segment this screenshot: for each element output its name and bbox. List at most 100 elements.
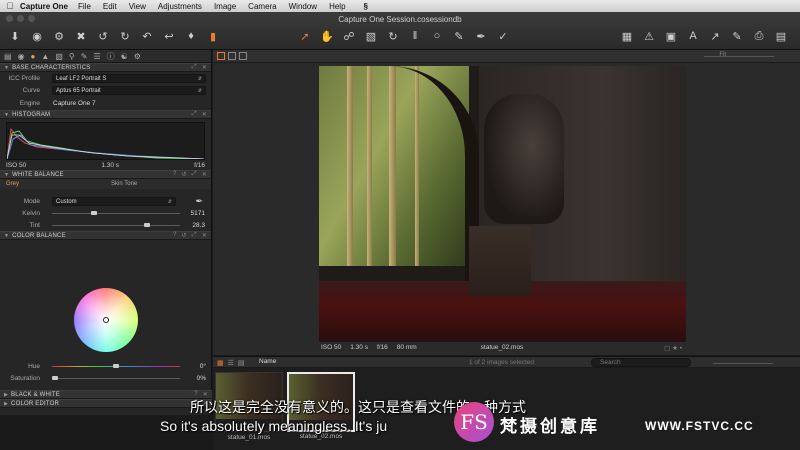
- hue-slider[interactable]: [52, 364, 180, 368]
- capture-icon[interactable]: ◉: [30, 29, 44, 43]
- close-icon[interactable]: ✕: [202, 64, 207, 71]
- close-icon[interactable]: ✕: [202, 171, 207, 178]
- black-white-header[interactable]: ▶ BLACK & WHITE ? ✕: [0, 390, 212, 399]
- expand-triangle-icon[interactable]: ▶: [4, 401, 8, 407]
- menu-app-name[interactable]: Capture One: [20, 2, 68, 11]
- rotate-tool-icon[interactable]: ↻: [386, 29, 400, 43]
- apple-icon[interactable]: : [0, 1, 20, 11]
- menu-help[interactable]: Help: [329, 2, 345, 11]
- trash-icon[interactable]: ✖: [74, 29, 88, 43]
- settings-icon[interactable]: ▤: [774, 29, 788, 43]
- rotate-left-icon[interactable]: ↺: [96, 29, 110, 43]
- tint-slider[interactable]: [52, 223, 180, 227]
- menu-edit[interactable]: Edit: [103, 2, 117, 11]
- tint-value[interactable]: 28.3: [192, 222, 205, 229]
- color-wheel-picker[interactable]: [103, 317, 109, 323]
- wb-mode-dropdown[interactable]: Custom ⇵: [52, 196, 176, 206]
- saturation-slider-knob[interactable]: [51, 376, 58, 380]
- help-icon[interactable]: ?: [173, 171, 177, 178]
- import-icon[interactable]: ⬇: [8, 29, 22, 43]
- brush-icon[interactable]: ✎: [81, 52, 88, 61]
- icc-profile-dropdown[interactable]: Leaf LF2 Portrait S ⇵: [52, 73, 206, 83]
- edit-icon[interactable]: ✎: [730, 29, 744, 43]
- saturation-slider[interactable]: [51, 376, 180, 380]
- base-characteristics-header[interactable]: ▼ BASE CHARACTERISTICS ⤢ ✕: [0, 63, 211, 72]
- reset-icon[interactable]: ↺: [182, 171, 187, 178]
- kelvin-value[interactable]: 5171: [191, 210, 205, 217]
- camera-icon[interactable]: ◉: [18, 52, 25, 61]
- export-icon[interactable]: ↗: [708, 29, 722, 43]
- tab-grey[interactable]: Grey: [0, 181, 25, 187]
- print-icon[interactable]: ⎙: [752, 29, 766, 43]
- close-icon[interactable]: ✕: [202, 232, 207, 239]
- sort-dropdown[interactable]: Name: [257, 358, 337, 367]
- undo-icon[interactable]: ↶: [140, 29, 154, 43]
- expand-icon[interactable]: ⤢: [192, 232, 197, 239]
- rating-icons[interactable]: ▢ ★ •: [664, 344, 682, 352]
- brush-tool-icon[interactable]: ✎: [452, 29, 466, 43]
- filmstrip-mode-icon[interactable]: ▤: [238, 359, 245, 367]
- white-balance-header[interactable]: ▼ WHITE BALANCE ? ↺ ⤢ ✕: [0, 170, 211, 179]
- crop-icon[interactable]: ▧: [55, 52, 63, 61]
- color-balance-header[interactable]: ▼ COLOR BALANCE ? ↺ ⤢ ✕: [0, 231, 211, 240]
- pan-tool-icon[interactable]: ✋: [320, 29, 334, 43]
- zoom-slider[interactable]: [704, 56, 774, 57]
- eyedropper-icon[interactable]: ✒: [195, 196, 203, 207]
- collapse-triangle-icon[interactable]: ▼: [4, 112, 9, 118]
- menu-file[interactable]: File: [78, 2, 91, 11]
- kelvin-slider[interactable]: [52, 211, 180, 215]
- reset-icon[interactable]: ↩: [162, 29, 176, 43]
- grid-mode-icon[interactable]: ▦: [217, 359, 224, 367]
- list-icon[interactable]: ☰: [93, 52, 100, 61]
- expand-icon[interactable]: ⤢: [192, 171, 197, 178]
- collapse-triangle-icon[interactable]: ▼: [4, 172, 9, 178]
- single-view-icon[interactable]: [228, 52, 236, 60]
- magnifier-icon[interactable]: ⚲: [69, 52, 75, 61]
- folder-icon[interactable]: ▤: [4, 52, 12, 61]
- process-icon[interactable]: ⚙: [52, 29, 66, 43]
- proof-icon[interactable]: ▣: [664, 29, 678, 43]
- menu-adjustments[interactable]: Adjustments: [158, 2, 202, 11]
- collapse-triangle-icon[interactable]: ▼: [4, 65, 9, 71]
- curve-dropdown[interactable]: Aptus 65 Portrait ⇵: [52, 85, 206, 95]
- reset-icon[interactable]: ↺: [182, 232, 187, 239]
- grid-view-icon[interactable]: ▦: [620, 29, 634, 43]
- thumbnail-size-slider[interactable]: [713, 363, 773, 364]
- histogram-header[interactable]: ▼ HISTOGRAM ⤢ ✕: [0, 110, 211, 119]
- color-wheel[interactable]: [74, 288, 138, 352]
- list-mode-icon[interactable]: ☰: [228, 359, 234, 367]
- help-icon[interactable]: ?: [173, 232, 177, 239]
- multi-view-icon[interactable]: [217, 52, 225, 60]
- loupe-tool-icon[interactable]: ☍: [342, 29, 356, 43]
- color-editor-header[interactable]: ▶ COLOR EDITOR ? ✕: [0, 399, 212, 408]
- collapse-triangle-icon[interactable]: ▼: [4, 233, 9, 239]
- main-photo[interactable]: [319, 66, 686, 342]
- pointer-tool-icon[interactable]: ➚: [298, 29, 312, 43]
- keystone-tool-icon[interactable]: ‖: [408, 29, 422, 43]
- adjust-icon[interactable]: ☯: [121, 52, 128, 61]
- expand-icon[interactable]: ⤢: [192, 111, 197, 118]
- hue-slider-knob[interactable]: [113, 364, 119, 368]
- text-icon[interactable]: A: [686, 29, 700, 43]
- close-icon[interactable]: ✕: [202, 111, 207, 118]
- circle-tool-icon[interactable]: ○: [430, 29, 444, 43]
- tag-icon[interactable]: ♦: [184, 29, 198, 43]
- hue-value[interactable]: 0°: [200, 363, 206, 370]
- expand-icon[interactable]: ⤢: [192, 64, 197, 71]
- crop-tool-icon[interactable]: ▧: [364, 29, 378, 43]
- exposure-warning-icon[interactable]: ⚠: [642, 29, 656, 43]
- tab-skin-tone[interactable]: Skin Tone: [105, 181, 143, 187]
- menu-view[interactable]: View: [129, 2, 146, 11]
- rotate-right-icon[interactable]: ↻: [118, 29, 132, 43]
- tint-slider-knob[interactable]: [143, 223, 150, 227]
- menu-camera[interactable]: Camera: [248, 2, 276, 11]
- gear-icon[interactable]: ⚙: [134, 52, 141, 61]
- menu-image[interactable]: Image: [214, 2, 236, 11]
- expand-triangle-icon[interactable]: ▶: [4, 392, 8, 398]
- script-icon[interactable]: §: [364, 2, 368, 11]
- color-icon[interactable]: ●: [31, 52, 36, 61]
- saturation-value[interactable]: 0%: [197, 375, 206, 382]
- copy-tool-icon[interactable]: ✓: [496, 29, 510, 43]
- copy-adjustments-icon[interactable]: ▮: [206, 29, 220, 43]
- info-icon[interactable]: ⓘ: [107, 51, 115, 62]
